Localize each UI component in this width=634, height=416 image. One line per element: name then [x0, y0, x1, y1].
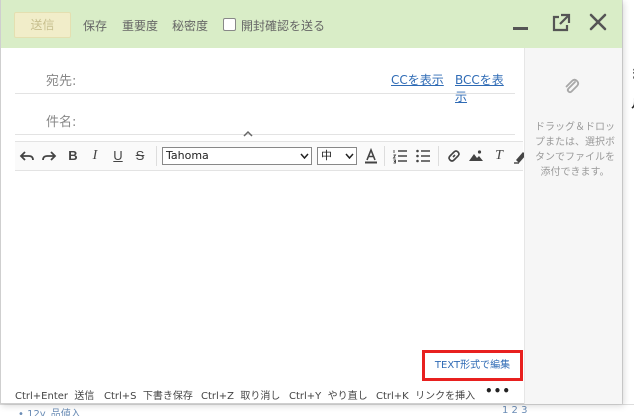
strikethrough-button[interactable]: S — [132, 148, 148, 164]
read-receipt-checkbox[interactable] — [223, 18, 236, 31]
subject-row[interactable]: 件名: — [15, 95, 515, 135]
numbered-list-icon[interactable] — [392, 148, 408, 164]
shortcut-save-draft[interactable]: Ctrl+S 下書き保存 — [104, 387, 193, 402]
close-icon[interactable] — [585, 10, 611, 36]
background-app-right: ま ル — [622, 0, 634, 416]
attachment-hint: ドラッグ＆ドロップまたは、選択ボタンでファイルを添付できます。 — [535, 122, 615, 178]
bold-button[interactable]: B — [65, 148, 81, 164]
bullet-list-icon[interactable] — [415, 148, 431, 164]
collapse-header-icon[interactable] — [242, 127, 254, 137]
shortcut-key: Ctrl+K — [376, 391, 409, 402]
shortcut-action: 取り消し — [240, 391, 281, 402]
shortcut-action: 下書き保存 — [142, 391, 193, 402]
shortcut-action: やり直し — [327, 391, 368, 402]
font-family-select[interactable]: Tahoma — [162, 147, 312, 165]
paperclip-icon — [562, 77, 582, 97]
to-label: 宛先: — [46, 74, 77, 89]
shortcut-insert-link[interactable]: Ctrl+K リンクを挿入 — [376, 387, 475, 402]
shortcut-key: Ctrl+Enter — [15, 391, 69, 402]
clear-format-button[interactable]: T — [491, 148, 507, 164]
link-icon[interactable] — [446, 148, 462, 164]
redo-icon[interactable] — [41, 148, 57, 164]
minimize-icon[interactable] — [507, 10, 533, 36]
confidentiality-button[interactable]: 秘密度 — [172, 17, 208, 34]
more-options-button[interactable]: ••• — [485, 384, 511, 398]
text-color-icon[interactable] — [363, 147, 379, 164]
shortcut-action: 送信 — [74, 391, 95, 402]
shortcut-key: Ctrl+Z — [201, 391, 235, 402]
font-size-select[interactable]: 中 — [317, 147, 357, 165]
shortcut-undo[interactable]: Ctrl+Z 取り消し — [201, 387, 280, 402]
undo-icon[interactable] — [19, 148, 35, 164]
image-icon[interactable] — [468, 148, 484, 164]
shortcut-redo[interactable]: Ctrl+Y やり直し — [289, 387, 368, 402]
save-button[interactable]: 保存 — [83, 17, 107, 34]
clear-format-label: T — [495, 148, 503, 163]
compose-header: 送信 保存 重要度 秘密度 開封確認を送る — [1, 0, 622, 48]
shortcut-key: Ctrl+S — [104, 391, 137, 402]
background-pager[interactable]: 1 2 3 — [502, 405, 527, 416]
popout-icon[interactable] — [548, 10, 574, 36]
toolbar-divider — [156, 146, 157, 166]
italic-button[interactable]: I — [87, 148, 103, 164]
toolbar-divider — [384, 146, 385, 166]
toolbar-divider — [438, 146, 439, 166]
subject-label: 件名: — [46, 115, 77, 130]
background-app-bottom: • 12y_品値入 1 2 3 — [0, 404, 634, 416]
show-cc-link[interactable]: CCを表示 — [391, 71, 444, 88]
background-text: • 12y_品値入 — [18, 409, 81, 416]
shortcut-key: Ctrl+Y — [289, 391, 322, 402]
font-family-value: Tahoma — [166, 149, 209, 162]
chevron-down-icon — [300, 153, 309, 159]
font-size-value: 中 — [321, 149, 332, 162]
chevron-down-icon — [345, 153, 354, 159]
shortcut-send[interactable]: Ctrl+Enter 送信 — [15, 387, 94, 402]
format-toolbar: B I U S Tahoma 中 T — [15, 141, 526, 171]
underline-button[interactable]: U — [110, 148, 126, 164]
shortcut-action: リンクを挿入 — [415, 391, 476, 402]
importance-button[interactable]: 重要度 — [122, 17, 158, 34]
read-receipt-label[interactable]: 開封確認を送る — [241, 17, 325, 34]
send-button[interactable]: 送信 — [14, 12, 71, 38]
to-row[interactable]: 宛先: CCを表示 BCCを表示 — [15, 54, 515, 104]
attachment-panel[interactable]: ドラッグ＆ドロップまたは、選択ボタンでファイルを添付できます。 — [524, 48, 622, 404]
compose-window: 送信 保存 重要度 秘密度 開封確認を送る 宛先: CCを表示 BCCを表示 件… — [0, 0, 622, 404]
shortcut-bar: Ctrl+Enter 送信 Ctrl+S 下書き保存 Ctrl+Z 取り消し C… — [1, 383, 523, 403]
edit-as-text-link[interactable]: TEXT形式で編集 — [422, 350, 523, 381]
